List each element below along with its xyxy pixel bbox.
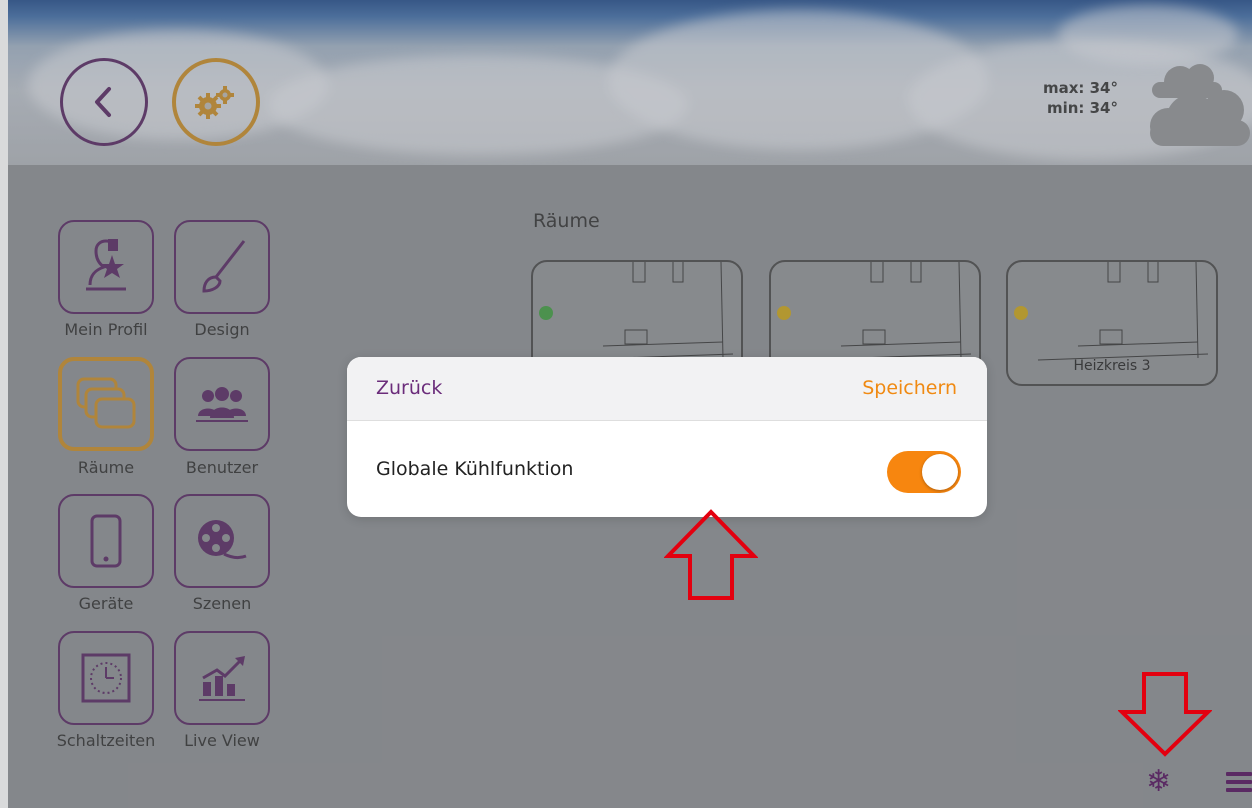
zurueck-button[interactable]: Zurück [376, 377, 442, 399]
status-warning-icon [1014, 306, 1028, 320]
settings-button[interactable] [172, 58, 260, 146]
profile-icon [86, 239, 126, 291]
sidebar-item-label: Mein Profil [64, 320, 148, 339]
sidebar-item-label: Live View [184, 731, 260, 750]
sidebar-item-mein-profil[interactable] [58, 220, 154, 314]
device-icon [90, 514, 122, 568]
sidebar-item-geraete[interactable] [58, 494, 154, 588]
sidebar-item-raeume[interactable] [58, 357, 154, 451]
sidebar-item-label: Design [194, 320, 250, 339]
dialog-header: Zurück Speichern [347, 357, 987, 421]
arrow-up-annotation-icon [664, 509, 758, 600]
sidebar-item-live-view[interactable] [174, 631, 270, 725]
brush-icon [202, 240, 246, 293]
chart-icon [199, 656, 245, 701]
sidebar-item-schaltzeiten[interactable] [58, 631, 154, 725]
gears-icon [195, 86, 234, 119]
speichern-button[interactable]: Speichern [862, 377, 957, 399]
min-temperature: min: 34° [1046, 99, 1118, 117]
status-ok-icon [539, 306, 553, 320]
left-edge [0, 0, 8, 808]
sidebar-item-label: Räume [77, 458, 135, 477]
max-temperature: max: 34° [1042, 79, 1118, 97]
users-icon [196, 387, 248, 422]
sidebar-item-label: Geräte [78, 594, 134, 613]
snowflake-icon[interactable]: ❄ [1146, 765, 1171, 799]
arrow-down-annotation-icon [1118, 672, 1212, 757]
chevron-left-icon [95, 87, 111, 117]
cloud-icon [1150, 64, 1250, 146]
rooms-icon [76, 377, 136, 429]
cooling-dialog: Zurück Speichern Globale Kühlfunktion [347, 357, 987, 517]
clock-icon [81, 653, 131, 703]
global-cooling-label: Globale Kühlfunktion [376, 458, 574, 480]
sidebar-item-label: Benutzer [185, 458, 259, 477]
status-warning-icon [777, 306, 791, 320]
sidebar-item-label: Schaltzeiten [56, 731, 156, 750]
sidebar-item-label: Szenen [192, 594, 252, 613]
room-card[interactable]: Heizkreis 3 [1006, 260, 1218, 386]
global-cooling-toggle[interactable] [887, 451, 961, 493]
room-name: Heizkreis 3 [1073, 358, 1151, 374]
toggle-knob [922, 454, 958, 490]
sidebar-item-szenen[interactable] [174, 494, 270, 588]
menu-icon[interactable] [1226, 772, 1252, 796]
weather-readout: max: 34° min: 34° [1010, 78, 1118, 118]
rooms-section-title: Räume [533, 210, 600, 232]
sidebar-item-benutzer[interactable] [174, 357, 270, 451]
sidebar-item-design[interactable] [174, 220, 270, 314]
back-button[interactable] [60, 58, 148, 146]
film-reel-icon [198, 520, 247, 560]
